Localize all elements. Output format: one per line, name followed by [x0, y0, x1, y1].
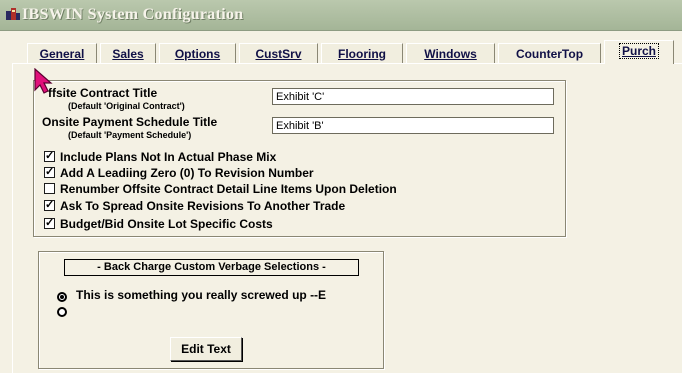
tab-label: Flooring [338, 47, 386, 61]
backcharge-legend: - Back Charge Custom Verbage Selections … [64, 259, 359, 276]
tab-flooring[interactable]: Flooring [321, 43, 403, 64]
checkbox-label: Renumber Offsite Contract Detail Line It… [60, 182, 397, 196]
radio-verbage-2[interactable] [57, 307, 67, 317]
title-bar[interactable]: IBSWIN System Configuration [0, 0, 682, 31]
tab-general[interactable]: General [27, 43, 97, 64]
tab-custsrv[interactable]: CustSrv [239, 43, 318, 64]
tab-label: General [39, 47, 85, 61]
check-mark-icon: ✓ [45, 199, 55, 211]
onsite-title-input[interactable] [272, 117, 554, 134]
tab-label: CounterTop [515, 47, 584, 61]
radio-verbage-1-label[interactable]: This is something you really screwed up … [76, 288, 326, 302]
checkbox-box[interactable]: ✓ [44, 166, 55, 178]
checkbox-label: Ask To Spread Onsite Revisions To Anothe… [60, 199, 346, 213]
tab-countertop[interactable]: CounterTop [498, 43, 601, 64]
check-mark-icon: ✓ [45, 166, 55, 178]
checkbox-box[interactable] [44, 183, 55, 194]
onsite-default-hint: (Default 'Payment Schedule') [68, 130, 192, 140]
tab-sales[interactable]: Sales [100, 43, 156, 64]
mouse-cursor-icon [34, 68, 53, 94]
tab-purch[interactable]: Purch [604, 40, 674, 64]
edit-text-button[interactable]: Edit Text [170, 337, 242, 361]
offsite-title-label: ffsite Contract Title [48, 86, 158, 100]
check-mark-icon: ✓ [45, 150, 55, 162]
onsite-title-label: Onsite Payment Schedule Title [42, 115, 218, 129]
offsite-title-input[interactable] [272, 88, 554, 105]
checkbox-box[interactable]: ✓ [44, 199, 55, 211]
checkbox-label: Budget/Bid Onsite Lot Specific Costs [60, 217, 273, 231]
checkbox-label: Add A Leadiing Zero (0) To Revision Numb… [60, 166, 314, 180]
checkbox-box[interactable]: ✓ [44, 217, 55, 229]
tab-label: Purch [618, 43, 660, 59]
tab-label: CustSrv [255, 47, 302, 61]
tab-windows[interactable]: Windows [406, 43, 495, 64]
radio-dot [60, 295, 64, 299]
tab-label: Options [174, 47, 221, 61]
tab-label: Sales [112, 47, 144, 61]
tab-strip: General Sales Options CustSrv Flooring W… [0, 40, 682, 64]
radio-verbage-1[interactable] [57, 292, 67, 302]
check-mark-icon: ✓ [45, 217, 55, 229]
window-title: IBSWIN System Configuration [22, 6, 244, 23]
checkbox-label: Include Plans Not In Actual Phase Mix [60, 150, 277, 164]
offsite-default-hint: (Default 'Original Contract') [68, 101, 185, 111]
checkbox-box[interactable]: ✓ [44, 150, 55, 162]
tab-options[interactable]: Options [159, 43, 236, 64]
app-icon [6, 8, 20, 20]
tab-label: Windows [424, 47, 477, 61]
